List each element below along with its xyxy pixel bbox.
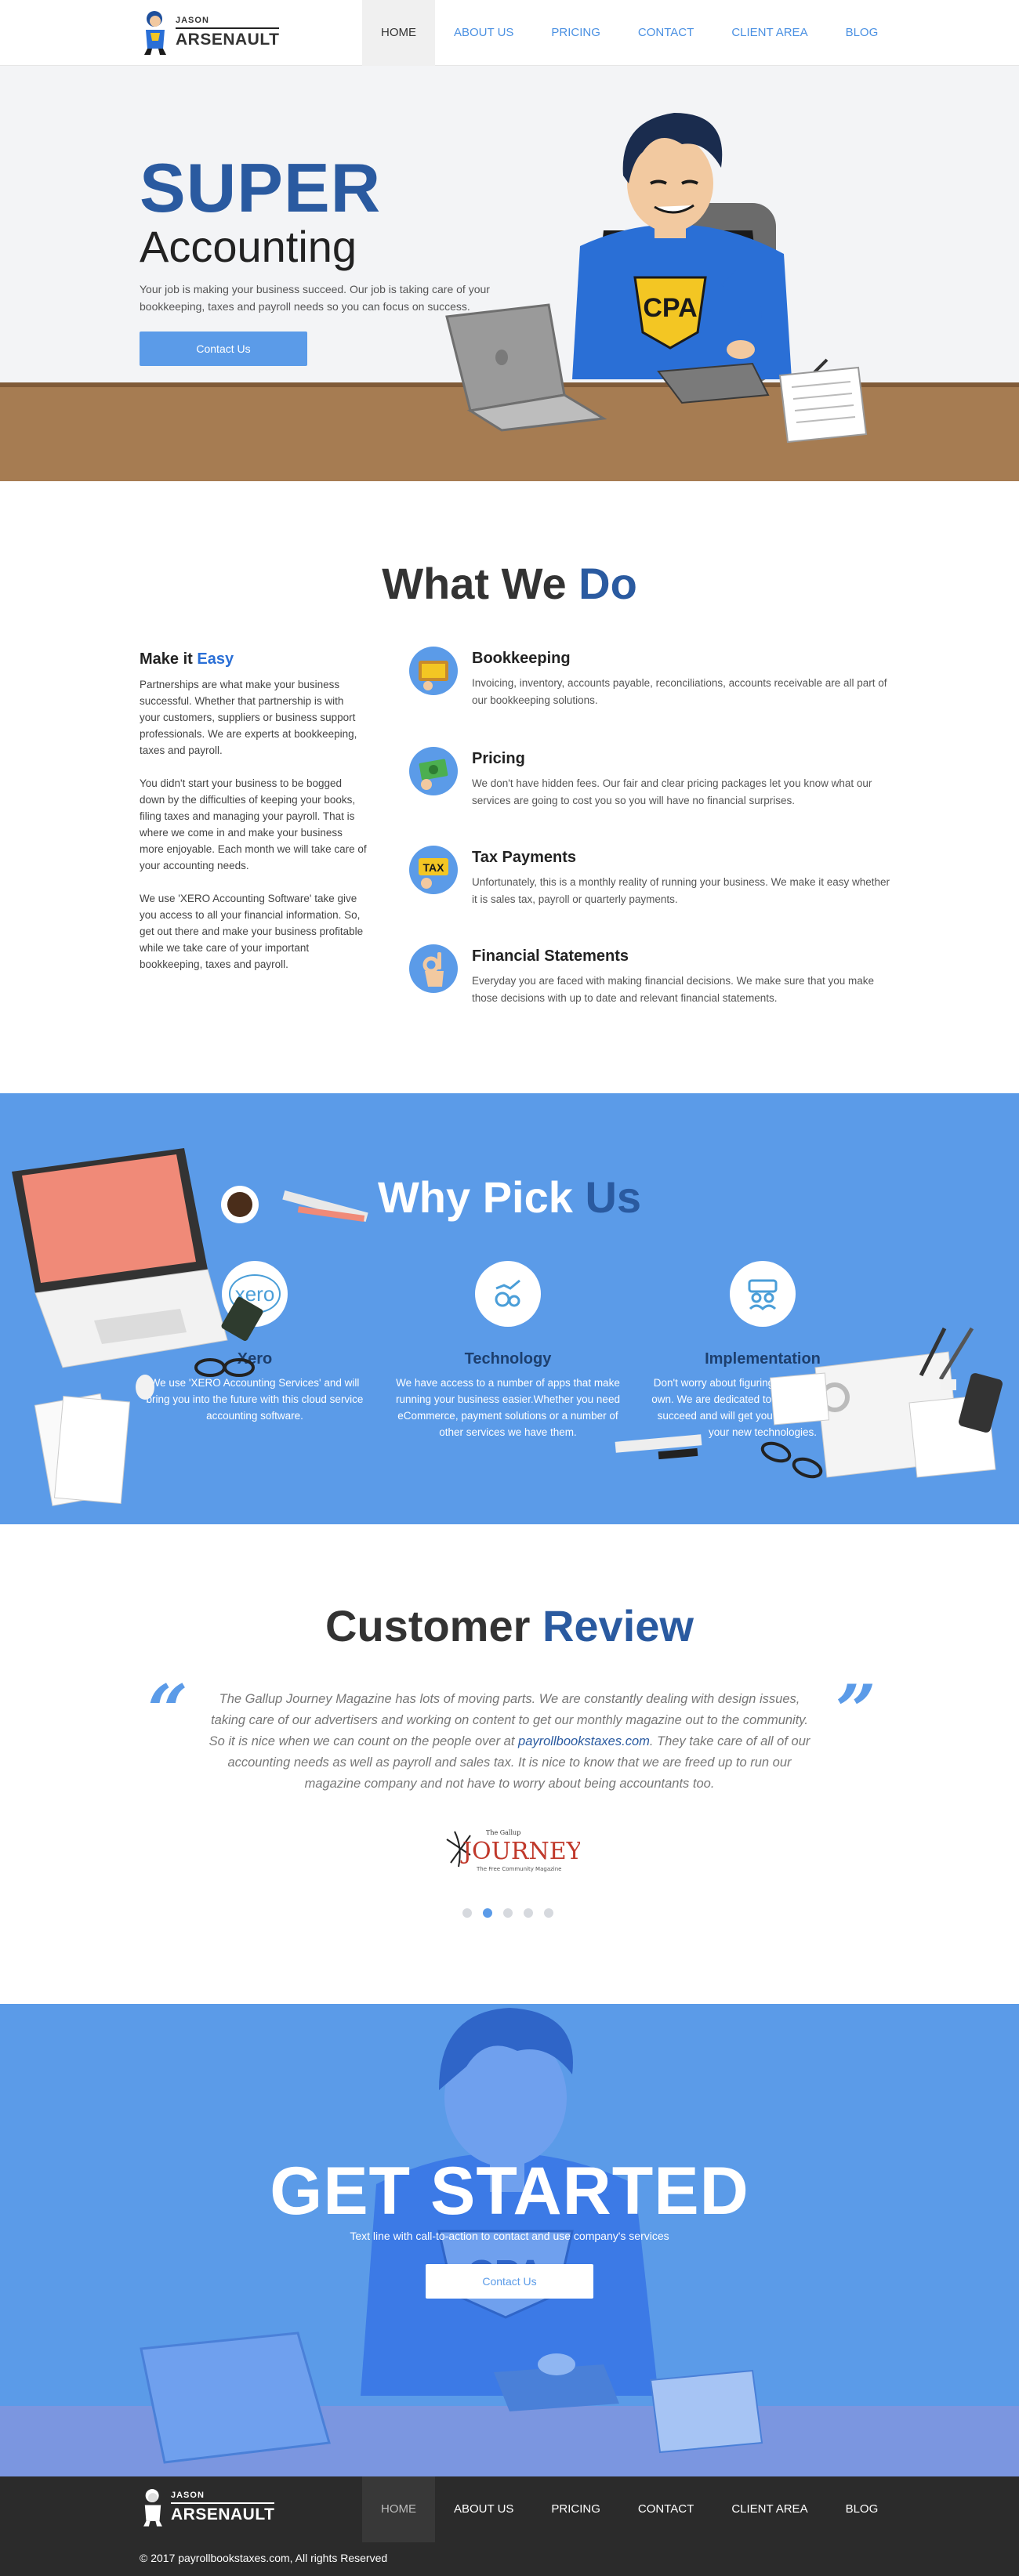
money-icon: [409, 747, 458, 795]
service-text: Invoicing, inventory, accounts payable, …: [472, 677, 887, 706]
review-dot[interactable]: [524, 1908, 533, 1918]
service-text: Everyday you are faced with making finan…: [472, 975, 874, 1004]
get-started-text: Text line with call-to-action to contact…: [350, 2230, 669, 2242]
ok-hand-icon: [409, 944, 458, 993]
site-header: JASON ARSENAULT HOME ABOUT US PRICING CO…: [0, 0, 1019, 66]
get-started-contact-button[interactable]: Contact Us: [426, 2264, 593, 2299]
make-it-easy-heading-a: Make it: [140, 650, 198, 668]
hero-title: SUPER: [140, 149, 382, 226]
get-started-title: GET STARTED: [270, 2154, 749, 2229]
footer-nav-blog[interactable]: BLOG: [827, 2476, 898, 2542]
make-it-easy-p3: We use 'XERO Accounting Software' take g…: [140, 893, 364, 970]
journey-logo-small: The Gallup: [486, 1829, 520, 1836]
nav-pricing[interactable]: PRICING: [532, 0, 619, 66]
what-we-do-title: What We Do: [0, 558, 1019, 609]
nav-about-us[interactable]: ABOUT US: [435, 0, 532, 66]
brand-logo[interactable]: JASON ARSENAULT: [140, 9, 280, 55]
journey-magazine-logo: The Gallup JOURNEY The Free Community Ma…: [446, 1829, 580, 1872]
service-financial-statements: Financial Statements Everyday you are fa…: [409, 944, 895, 1031]
close-quote-icon: ”: [836, 1669, 876, 1752]
journey-logo-text: JOURNEY: [460, 1838, 580, 1865]
nav-client-area[interactable]: CLIENT AREA: [713, 0, 826, 66]
make-it-easy-heading: Make it Easy: [140, 650, 367, 668]
hero-subtitle: Accounting: [140, 222, 357, 271]
hero-badge-text: CPA: [643, 293, 697, 323]
service-title: Pricing: [472, 750, 525, 767]
main-nav: HOME ABOUT US PRICING CONTACT CLIENT ARE…: [362, 0, 897, 66]
footer-brand-line1: JASON: [171, 2491, 205, 2500]
ledger-icon: [409, 647, 458, 695]
footer-nav-about-us[interactable]: ABOUT US: [435, 2476, 532, 2542]
what-we-do-title-b: Do: [578, 559, 637, 608]
mascot-icon: [144, 11, 166, 55]
copyright: © 2017 payrollbookstaxes.com, All rights…: [140, 2552, 388, 2564]
journey-logo-tag: The Free Community Magazine: [476, 1866, 562, 1872]
nav-blog[interactable]: BLOG: [827, 0, 898, 66]
footer-brand-line2: ARSENAULT: [171, 2502, 275, 2523]
review-quote: The Gallup Journey Magazine has lots of …: [204, 1689, 815, 1795]
open-quote-icon: “: [147, 1669, 188, 1752]
footer-nav-contact[interactable]: CONTACT: [619, 2476, 713, 2542]
service-pricing: Pricing We don't have hidden fees. Our f…: [409, 747, 895, 833]
workspace-decoration: [12, 1148, 1003, 1506]
service-text: We don't have hidden fees. Our fair and …: [472, 777, 872, 806]
service-tax-payments: TAX Tax Payments Unfortunately, this is …: [409, 846, 895, 932]
hero-section: SUPER Accounting Your job is making your…: [0, 66, 1019, 481]
what-we-do-title-a: What We: [382, 559, 579, 608]
get-started-section: CPA GET STARTED Text line with call-to-a…: [0, 2004, 1019, 2476]
make-it-easy-heading-b: Easy: [197, 650, 234, 668]
page: JASON ARSENAULT HOME ABOUT US PRICING CO…: [0, 0, 1019, 2576]
make-it-easy-p2: You didn't start your business to be bog…: [140, 777, 367, 871]
make-it-easy-p1: Partnerships are what make your business…: [140, 679, 357, 756]
review-dot[interactable]: [462, 1908, 472, 1918]
brand-line1: JASON: [176, 16, 209, 25]
service-title: Bookkeeping: [472, 650, 571, 667]
customer-review-title: Customer Review: [0, 1600, 1019, 1651]
review-title-b: Review: [542, 1601, 694, 1650]
make-it-easy-body: Partnerships are what make your business…: [140, 676, 367, 996]
make-it-easy-block: Make it Easy Partnerships are what make …: [140, 650, 367, 996]
review-pagination: [462, 1908, 553, 1918]
footer-brand-logo[interactable]: JASON ARSENAULT: [140, 2487, 275, 2527]
service-title: Financial Statements: [472, 947, 629, 965]
brand-line2: ARSENAULT: [176, 27, 280, 48]
footer-nav-pricing[interactable]: PRICING: [532, 2476, 619, 2542]
superhero-accountant-illustration: CPA: [445, 113, 868, 444]
hero-contact-button[interactable]: Contact Us: [140, 332, 307, 366]
service-text: Unfortunately, this is a monthly reality…: [472, 876, 890, 905]
service-bookkeeping: Bookkeeping Invoicing, inventory, accoun…: [409, 647, 895, 733]
site-footer: JASON ARSENAULT HOME ABOUT US PRICING CO…: [0, 2476, 1019, 2576]
review-title-a: Customer: [325, 1601, 542, 1650]
review-dot[interactable]: [503, 1908, 513, 1918]
tax-icon: TAX: [409, 846, 458, 894]
footer-nav-home[interactable]: HOME: [362, 2476, 435, 2542]
footer-nav: HOME ABOUT US PRICING CONTACT CLIENT ARE…: [362, 2476, 897, 2542]
nav-contact[interactable]: CONTACT: [619, 0, 713, 66]
review-dot-active[interactable]: [483, 1908, 492, 1918]
nav-home[interactable]: HOME: [362, 0, 435, 66]
service-title: Tax Payments: [472, 849, 577, 866]
why-pick-us-section: Why Pick Us xero Xero We use 'XERO Accou…: [0, 1093, 1019, 1524]
footer-nav-client-area[interactable]: CLIENT AREA: [713, 2476, 826, 2542]
review-quote-link[interactable]: payrollbookstaxes.com: [518, 1734, 650, 1748]
review-dot[interactable]: [544, 1908, 553, 1918]
tax-icon-text: TAX: [423, 861, 445, 874]
mascot-icon: [143, 2489, 162, 2527]
